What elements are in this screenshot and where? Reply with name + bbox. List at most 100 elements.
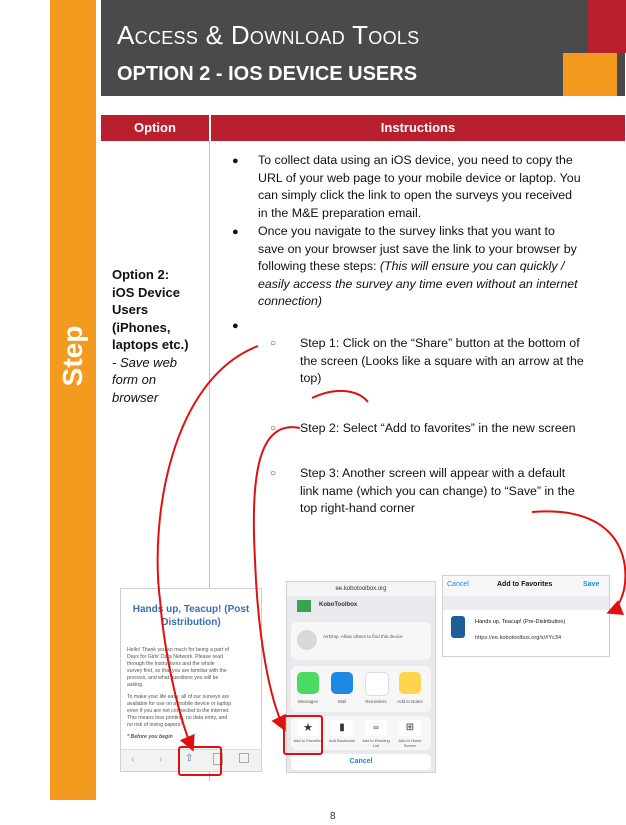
favorite-name-field[interactable]: Hands up, Teacup! (Pre-Distribution) bbox=[475, 618, 603, 626]
airdrop-icon bbox=[297, 630, 317, 650]
app-label: Mail bbox=[337, 699, 347, 704]
bookmark-thumbnail-icon bbox=[451, 616, 465, 638]
mail-icon[interactable] bbox=[331, 672, 353, 694]
option-title-line: iOS Device bbox=[112, 284, 180, 300]
apps-row: Messages Mail Reminders Add to Notes bbox=[291, 666, 431, 712]
bullet-2-text: Once you navigate to the survey links th… bbox=[258, 223, 622, 311]
notes-icon[interactable] bbox=[399, 672, 421, 694]
cancel-button[interactable]: Cancel bbox=[291, 754, 431, 770]
app-label: Reminders bbox=[365, 699, 387, 704]
text-line: through the instructions and the whole bbox=[127, 661, 215, 667]
option-subtitle-line: form on bbox=[112, 372, 157, 387]
text-line: top right-hand corner bbox=[300, 501, 416, 515]
share-button-highlight bbox=[178, 746, 222, 776]
site-logo-icon bbox=[297, 600, 311, 612]
option-title-line: (iPhones, bbox=[112, 319, 171, 335]
decor-orange-block bbox=[563, 53, 617, 96]
option-title-line: Users bbox=[112, 302, 149, 317]
text-line: To make your life easy, all of our surve… bbox=[127, 694, 230, 700]
text-line: even if you are not connected to the int… bbox=[127, 708, 230, 714]
text-line: survey first, so that you are familiar w… bbox=[127, 668, 227, 674]
text-line: easily access the survey any time even w… bbox=[258, 276, 622, 294]
back-icon[interactable]: ‹ bbox=[131, 754, 134, 765]
action-label: Add to Home Screen bbox=[398, 738, 422, 748]
sub-bullet: ○ bbox=[270, 468, 277, 479]
sub-bullet: ○ bbox=[270, 338, 277, 349]
decor-red-block bbox=[588, 0, 626, 53]
italic-span: easily access the survey any time even w… bbox=[258, 276, 578, 291]
airdrop-panel: AirDrop. Allow others to find this devic… bbox=[291, 622, 431, 660]
favorites-title: Add to Favorites bbox=[497, 581, 553, 588]
option-subtitle-line: - Save web bbox=[112, 354, 178, 370]
text-line: Days for Girls' Data Network. Please rea… bbox=[127, 654, 223, 660]
italic-span: connection) bbox=[258, 294, 323, 308]
step-1-text: Step 1: Click on the “Share” button at t… bbox=[300, 335, 622, 388]
forward-icon[interactable]: › bbox=[159, 754, 162, 765]
step-3-text: Step 3: Another screen will appear with … bbox=[300, 465, 622, 518]
url-bar: ee.kobotoolbox.org bbox=[287, 582, 435, 596]
text-line: Distribution) bbox=[161, 617, 221, 628]
text-line: asking. bbox=[127, 682, 144, 688]
favorites-highlight bbox=[283, 715, 323, 755]
sub-bullet: ○ bbox=[270, 423, 277, 434]
text-line: connection) bbox=[258, 293, 622, 311]
favorite-link: https://ee.kobotoolbox.org/x/#Yc34 bbox=[475, 635, 562, 641]
text-line: Hello! Thank you so much for being a par… bbox=[127, 647, 229, 653]
option-title-line: Option 2: bbox=[112, 267, 170, 282]
page-title: Access & Download Tools bbox=[117, 20, 420, 50]
airdrop-text: AirDrop. Allow others to find this devic… bbox=[323, 634, 403, 639]
action-label: Add Bookmark bbox=[328, 738, 356, 743]
column-header-instructions: Instructions bbox=[211, 115, 625, 141]
app-label: Messages bbox=[297, 699, 318, 704]
text-line: following these steps: (This will ensure… bbox=[258, 258, 622, 276]
messages-icon[interactable] bbox=[297, 672, 319, 694]
text-line: no risk of losing papers! bbox=[127, 722, 182, 728]
page-number: 8 bbox=[330, 811, 336, 822]
bullet-dot: ● bbox=[232, 320, 239, 332]
action-label: Add to Reading List bbox=[362, 738, 390, 748]
text-line: * Before you begin bbox=[127, 734, 173, 740]
survey-body: Hello! Thank you so much for being a par… bbox=[127, 647, 259, 741]
bullet-dot: ● bbox=[232, 226, 239, 238]
text-line: the screen (Looks like a square with an … bbox=[300, 353, 584, 368]
bullet-dot: ● bbox=[232, 155, 239, 167]
text-line: To collect data using an iOS device, you… bbox=[258, 153, 573, 167]
text-line: Step 1: Click on the “Share” button at t… bbox=[300, 336, 580, 350]
option-title-line: laptops etc.) bbox=[112, 337, 189, 352]
option-cell: Option 2: iOS Device Users (iPhones, lap… bbox=[112, 266, 207, 406]
italic-span: (This will ensure you can quickly / bbox=[379, 259, 565, 273]
arrow-curl bbox=[311, 390, 369, 403]
text-line: URL of your web page to your mobile devi… bbox=[258, 170, 581, 185]
text-line: top) bbox=[300, 371, 322, 385]
favorites-screenshot: Cancel Add to Favorites Save Hands up, T… bbox=[442, 575, 610, 657]
text-line: This means less printing, no data entry,… bbox=[127, 715, 228, 721]
step-2-text: Step 2: Select “Add to favorites” in the… bbox=[300, 421, 576, 435]
tabs-icon[interactable] bbox=[239, 753, 249, 763]
text-line: process, and what questions you will be bbox=[127, 675, 219, 681]
survey-screenshot: Hands up, Teacup! (Post Distribution) He… bbox=[120, 588, 262, 772]
gap bbox=[443, 596, 609, 610]
text-line: save on your browser just save the link … bbox=[258, 241, 577, 256]
favorites-cancel-button[interactable]: Cancel bbox=[447, 581, 469, 588]
text-line: Once you navigate to the survey links th… bbox=[258, 224, 555, 238]
reminders-icon[interactable] bbox=[365, 672, 389, 696]
survey-title: Hands up, Teacup! (Post Distribution) bbox=[127, 603, 255, 629]
text-line: link name (which you can change) to “Sav… bbox=[300, 483, 575, 498]
step-label: Step 3b bbox=[57, 325, 132, 387]
bullet-1-text: To collect data using an iOS device, you… bbox=[258, 152, 620, 222]
favorites-navbar: Cancel Add to Favorites Save bbox=[443, 576, 609, 597]
text-line: Hands up, Teacup! (Post bbox=[132, 604, 250, 615]
column-header-option: Option bbox=[101, 115, 209, 141]
text-line: Step 3: Another screen will appear with … bbox=[300, 466, 566, 480]
page-subtitle: OPTION 2 - IOS DEVICE USERS bbox=[117, 63, 418, 85]
glasses-icon[interactable]: ∞ bbox=[365, 720, 387, 736]
plus-square-icon[interactable]: ⊞ bbox=[399, 720, 421, 736]
site-name: KoboToolbox bbox=[319, 602, 358, 608]
save-button[interactable]: Save bbox=[583, 581, 599, 588]
text-line: in the M&E preparation email. bbox=[258, 205, 422, 220]
text-line: can simply click the link to open the su… bbox=[258, 188, 573, 202]
option-subtitle-line: browser bbox=[112, 389, 159, 405]
book-icon[interactable]: ▮ bbox=[331, 720, 353, 736]
text-span: following these steps: bbox=[258, 259, 380, 273]
text-line: available for use on a mobile device or … bbox=[127, 701, 232, 707]
